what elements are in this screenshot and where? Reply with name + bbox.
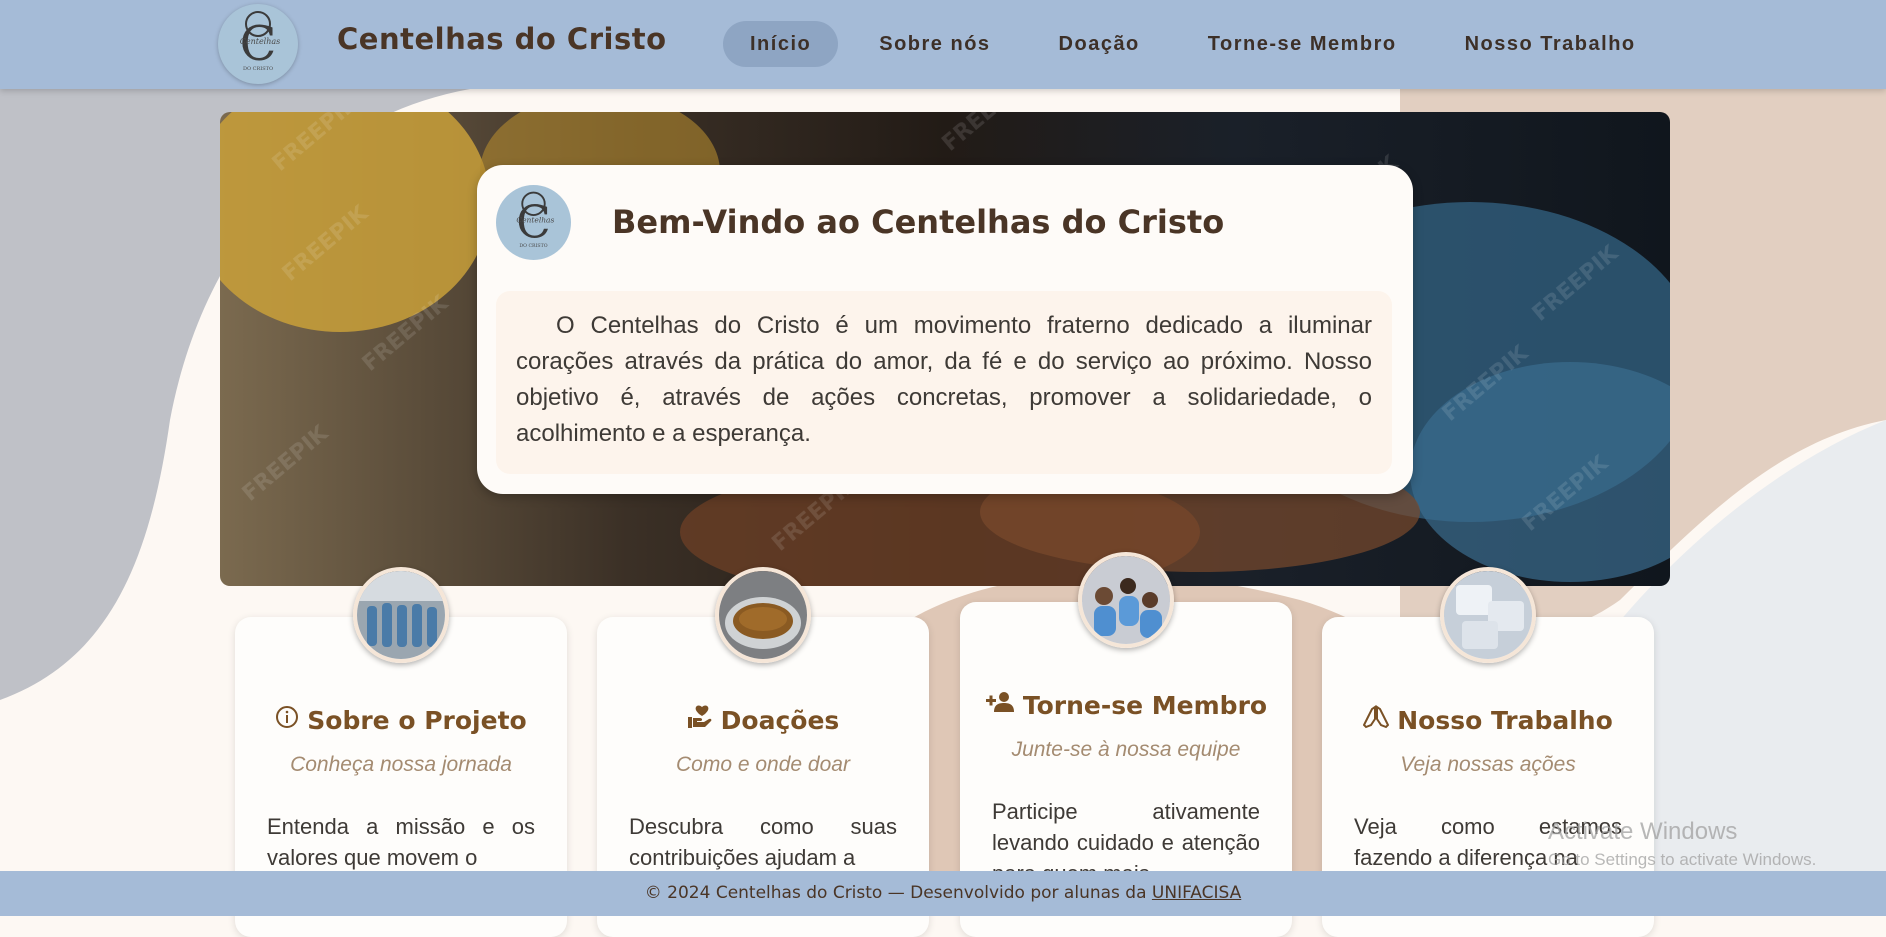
nav-torne-se-membro[interactable]: Torne-se Membro <box>1181 21 1424 67</box>
card-subtitle: Conheça nossa jornada <box>290 753 512 776</box>
card-photo <box>1440 567 1536 663</box>
activation-title: Activate Windows <box>1548 818 1738 845</box>
welcome-title: Bem-Vindo ao Centelhas do Cristo <box>612 203 1225 241</box>
card-body: Descubra como suas contribuições ajudam … <box>629 814 897 870</box>
brand-name[interactable]: Centelhas do Cristo <box>337 22 667 56</box>
logo-sub: DO CRISTO <box>243 66 273 72</box>
card-title: Doações <box>720 706 840 735</box>
welcome-card: C Centelhas DO CRISTO Bem-Vindo ao Cente… <box>477 165 1413 494</box>
user-plus-icon <box>985 690 1015 720</box>
activation-subtitle: Go to Settings to activate Windows. <box>1548 850 1817 869</box>
welcome-logo-sub: DO CRISTO <box>519 243 547 249</box>
card-photo <box>353 567 449 663</box>
card-title: Sobre o Projeto <box>307 706 527 735</box>
welcome-logo-text: Centelhas <box>516 216 554 225</box>
card-subtitle: Veja nossas ações <box>1400 753 1576 776</box>
hero-watermark: FREEPIK <box>938 112 1034 157</box>
footer-link-unifacisa[interactable]: UNIFACISA <box>1152 883 1241 903</box>
info-icon <box>275 705 299 735</box>
windows-activation-watermark: Activate Windows Go to Settings to activ… <box>1548 818 1816 870</box>
nav-inicio[interactable]: Início <box>723 21 839 67</box>
nav-doacao[interactable]: Doação <box>1032 21 1167 67</box>
card-subtitle: Junte-se à nossa equipe <box>1011 738 1241 761</box>
nav-nosso-trabalho[interactable]: Nosso Trabalho <box>1438 21 1663 67</box>
card-subtitle: Como e onde doar <box>676 753 850 776</box>
main-nav: Início Sobre nós Doação Torne-se Membro … <box>723 21 1677 67</box>
hand-heart-icon <box>687 705 713 735</box>
logo-text: Centelhas <box>240 37 281 46</box>
card-photo <box>715 567 811 663</box>
card-title: Nosso Trabalho <box>1397 706 1613 735</box>
nav-sobre-nos[interactable]: Sobre nós <box>852 21 1017 67</box>
praying-hands-icon <box>1363 705 1390 735</box>
hero-watermark: FREEPIK <box>238 420 334 506</box>
welcome-logo: C Centelhas DO CRISTO <box>496 185 571 260</box>
card-body: Entenda a missão e os valores que movem … <box>267 814 535 870</box>
logo[interactable]: C Centelhas DO CRISTO <box>218 4 298 84</box>
card-title: Torne-se Membro <box>1022 691 1268 720</box>
card-photo <box>1078 552 1174 648</box>
welcome-text: O Centelhas do Cristo é um movimento fra… <box>496 291 1392 474</box>
site-footer: © 2024 Centelhas do Cristo — Desenvolvid… <box>0 871 1886 916</box>
footer-text: © 2024 Centelhas do Cristo — Desenvolvid… <box>644 883 1147 903</box>
site-header: C Centelhas DO CRISTO Centelhas do Crist… <box>0 0 1886 89</box>
